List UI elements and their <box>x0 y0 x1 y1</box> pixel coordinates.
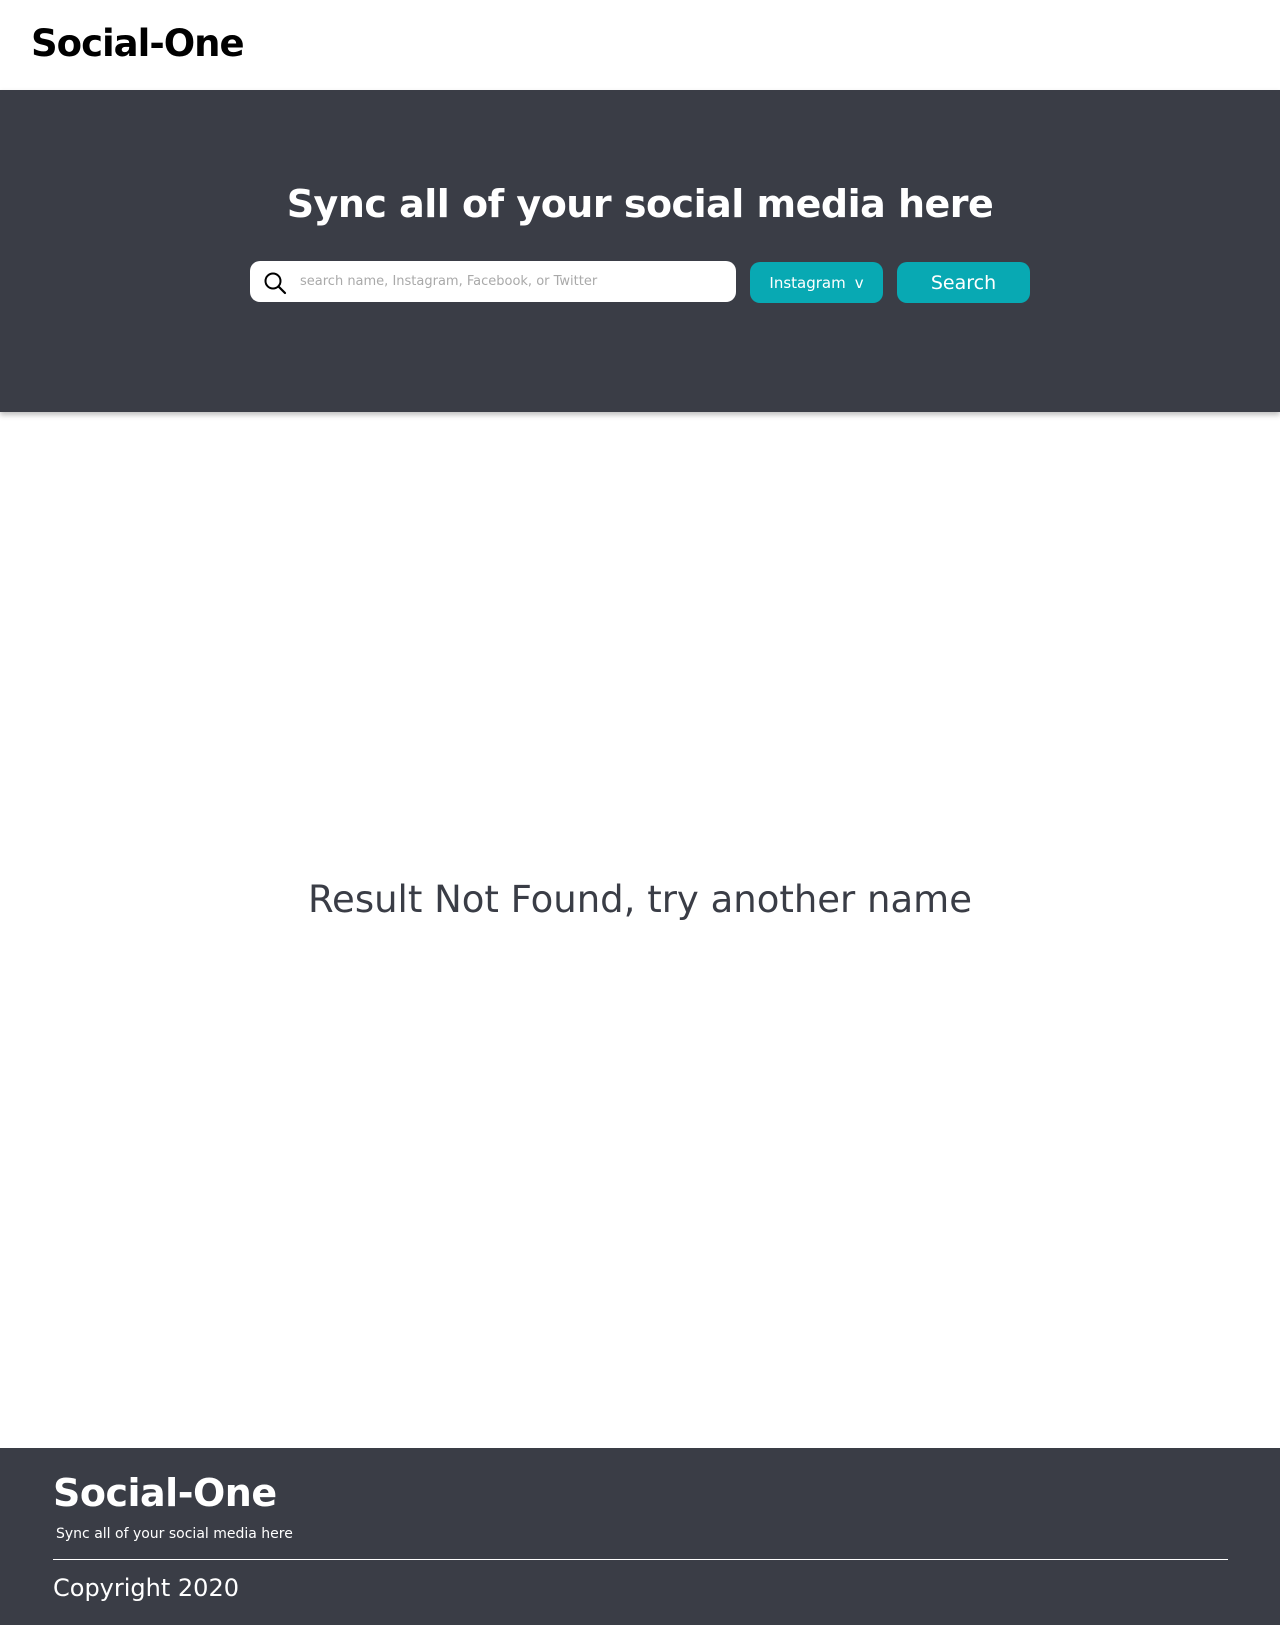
brand-logo[interactable]: Social-One <box>31 22 245 65</box>
copyright-text: Copyright 2020 <box>53 1574 239 1602</box>
hero-banner: Sync all of your social media here Insta… <box>0 90 1280 412</box>
hero-title: Sync all of your social media here <box>286 182 994 226</box>
footer: Social-One Sync all of your social media… <box>0 1448 1280 1625</box>
footer-tagline: Sync all of your social media here <box>56 1526 293 1542</box>
navbar: Social-One <box>0 0 1280 90</box>
search-icon <box>264 272 287 295</box>
platform-select-label: Instagram <box>769 273 846 292</box>
platform-select[interactable]: Instagram v <box>750 262 883 303</box>
chevron-down-icon: v <box>854 273 864 292</box>
footer-divider <box>53 1559 1228 1560</box>
search-button[interactable]: Search <box>897 262 1030 303</box>
footer-logo: Social-One <box>53 1471 277 1515</box>
search-box[interactable] <box>250 261 736 302</box>
result-not-found-message: Result Not Found, try another name <box>308 878 972 921</box>
search-input[interactable] <box>300 261 720 302</box>
